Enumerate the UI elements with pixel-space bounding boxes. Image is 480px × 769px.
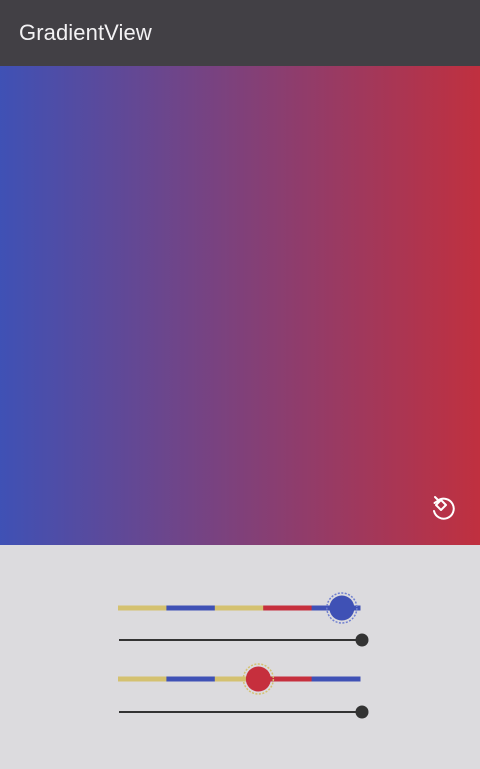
sliders-canvas xyxy=(118,592,369,719)
rotate-gradient-button[interactable] xyxy=(426,491,458,523)
gradient-view xyxy=(0,66,480,545)
app-title: GradientView xyxy=(19,20,152,45)
screen-rotation-icon xyxy=(433,496,455,520)
end-color-slider-track-segment xyxy=(118,676,167,682)
start-color-slider-track-segment xyxy=(118,605,167,611)
start-color-slider-track-segment xyxy=(263,605,313,611)
start-color-slider-track-segment xyxy=(166,605,216,611)
end-color-slider-track-segment xyxy=(311,676,361,682)
end-color-slider-track-segment xyxy=(166,676,216,682)
controls-panel xyxy=(0,545,480,769)
start-color-slider-track-segment xyxy=(214,605,264,611)
end-alpha-slider-track xyxy=(119,711,360,713)
start-alpha-slider-track xyxy=(119,639,360,641)
end-color-slider-thumb[interactable] xyxy=(245,666,271,692)
start-alpha-slider-thumb[interactable] xyxy=(355,633,369,647)
end-alpha-slider-thumb[interactable] xyxy=(355,705,369,719)
app-bar: GradientView xyxy=(0,0,480,66)
start-color-slider-thumb[interactable] xyxy=(329,595,355,621)
